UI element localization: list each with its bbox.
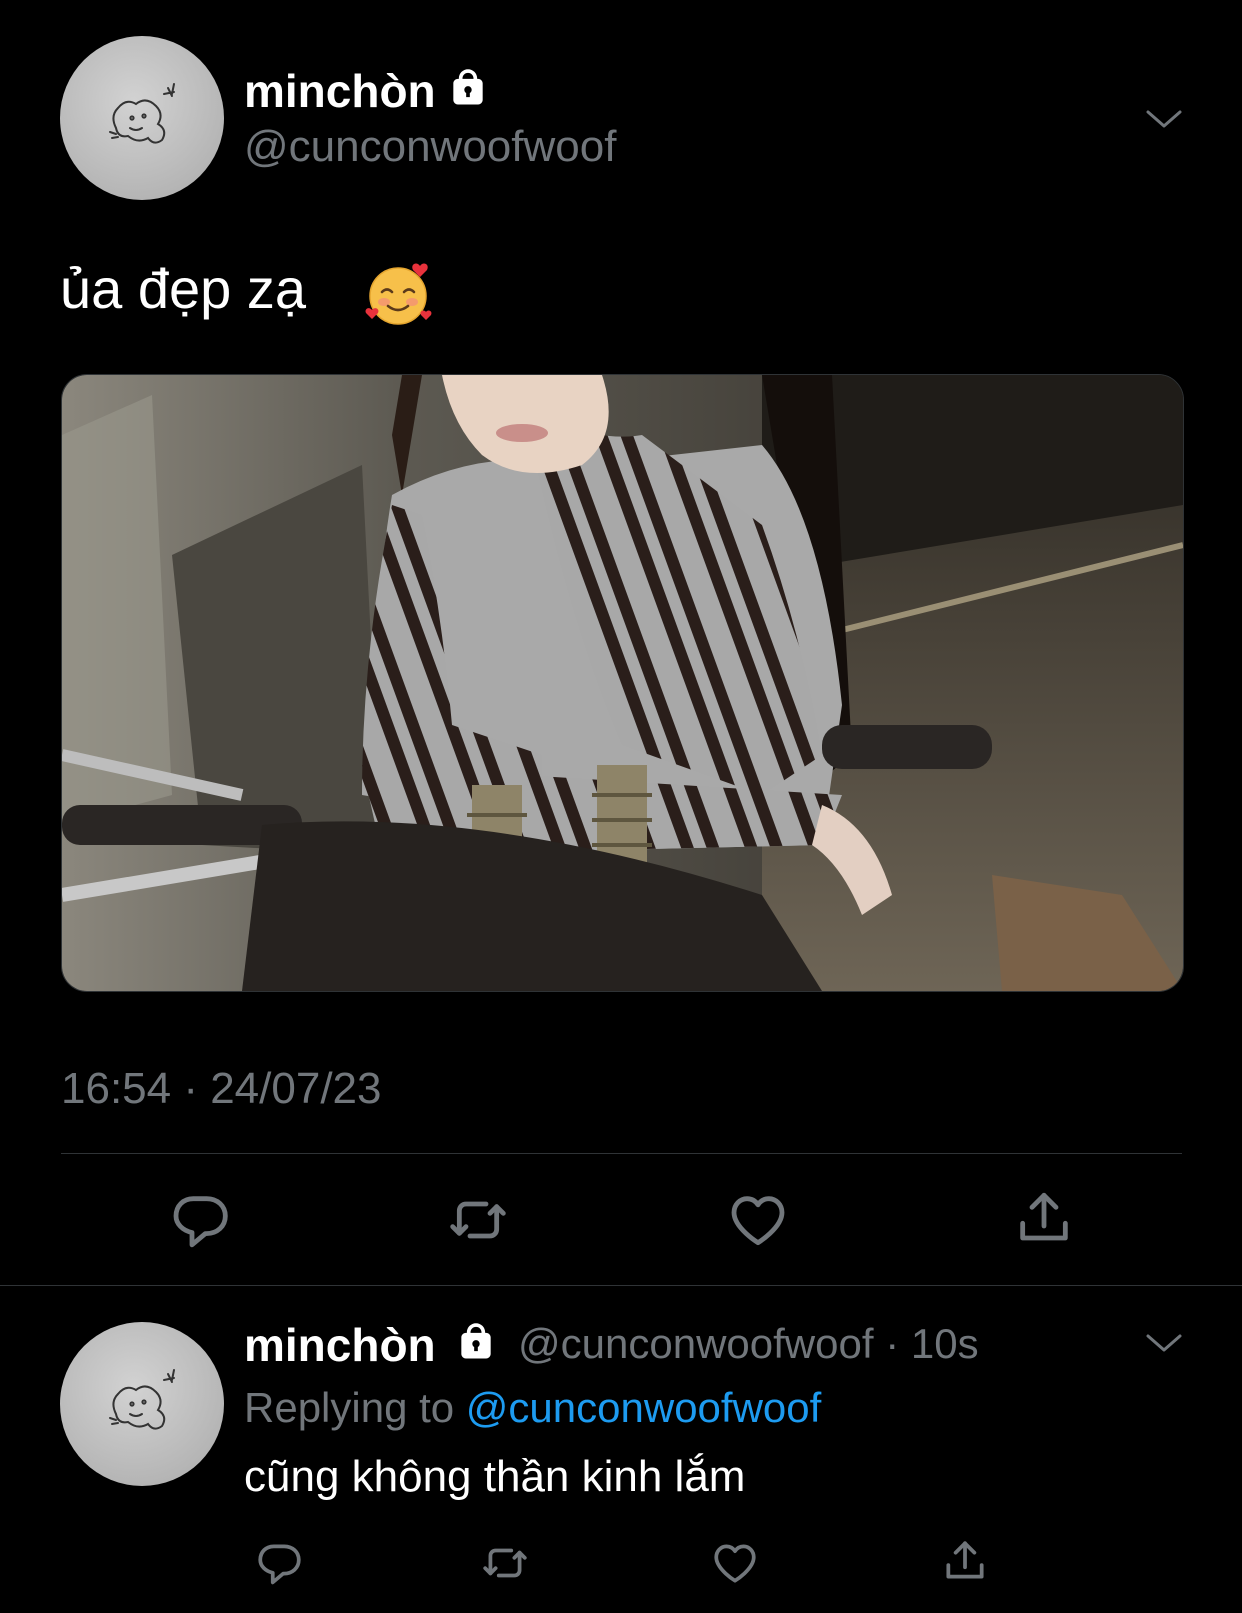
retweet-icon [483,1548,527,1578]
smiling-face-with-hearts-icon [364,260,434,326]
separator-dot: · [885,1320,900,1367]
reply-avatar[interactable] [60,1322,224,1486]
dog-doodle-icon [109,83,175,144]
lock-icon [446,66,490,110]
tweet-photo[interactable] [61,374,1184,992]
divider [61,1153,1182,1154]
reply-retweet-button[interactable] [480,1538,530,1593]
reply-display-name[interactable]: minchòn [244,1318,436,1372]
heart-icon [714,1544,756,1583]
reply-handle-and-time[interactable]: @cunconwoofwoof · 10s [518,1320,979,1368]
reply-like-button[interactable] [710,1538,760,1593]
replying-to-line: Replying to @cunconwoofwoof [244,1384,821,1432]
reply-time: 10s [910,1320,979,1367]
reply-share-button[interactable] [940,1536,990,1591]
replying-to-link[interactable]: @cunconwoofwoof [466,1384,822,1431]
chevron-down-icon [1146,1334,1182,1352]
photo-woman-on-motorcycle [62,375,1183,991]
share-button[interactable] [1012,1186,1076,1255]
replying-label: Replying to [244,1384,455,1431]
reply-handle: @cunconwoofwoof [518,1320,874,1367]
heart-icon [731,1196,785,1246]
display-name[interactable]: minchòn [244,64,436,118]
retweet-icon [450,1201,506,1239]
divider [0,1285,1242,1286]
lock-icon [454,1320,498,1364]
retweet-button[interactable] [446,1188,510,1257]
reply-icon [173,1196,228,1248]
handle[interactable]: @cunconwoofwoof [244,122,616,172]
reply-button[interactable] [168,1188,232,1257]
reply-more-options-button[interactable] [1144,1328,1184,1363]
more-options-button[interactable] [1144,104,1184,139]
dog-doodle-icon [109,1369,175,1430]
reply-text: cũng không thần kinh lắm [244,1452,746,1501]
share-icon [1020,1192,1068,1241]
reply-reply-button[interactable] [254,1538,304,1593]
avatar[interactable] [60,36,224,200]
tweet-text: ủa đẹp zạ [60,257,306,320]
like-button[interactable] [726,1188,790,1257]
chevron-down-icon [1146,110,1182,128]
reply-icon [258,1544,301,1585]
share-icon [946,1541,984,1579]
tweet-timestamp[interactable]: 16:54 · 24/07/23 [61,1064,381,1114]
